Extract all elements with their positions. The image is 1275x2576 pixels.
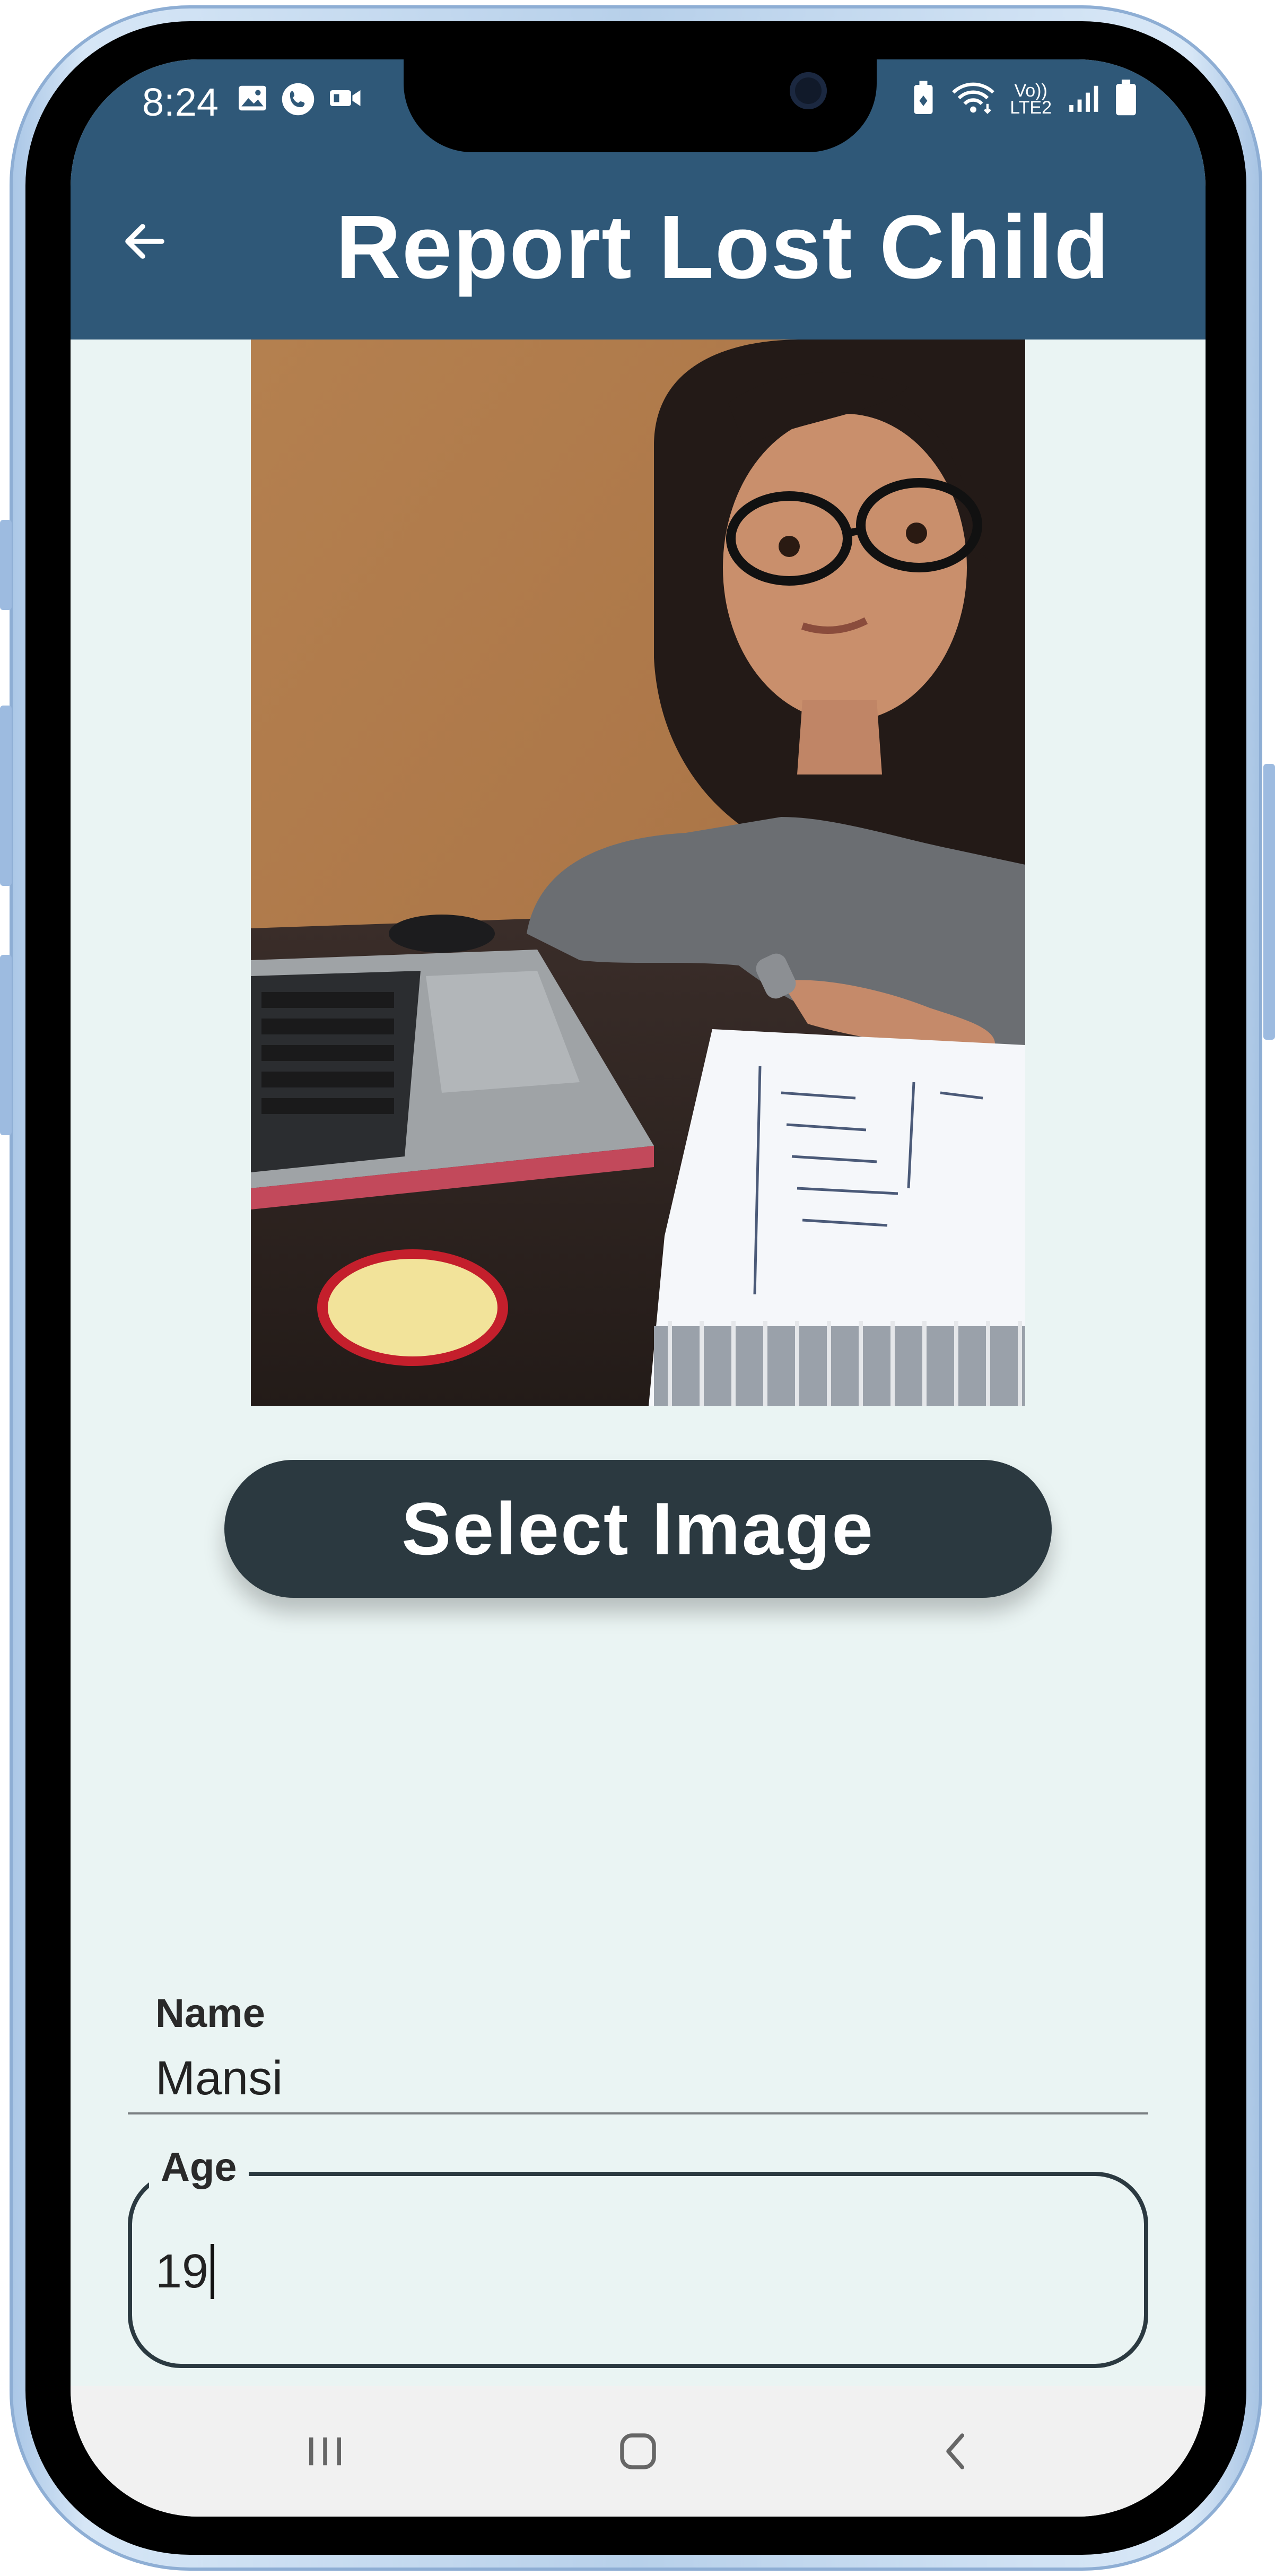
status-time: 8:24: [142, 80, 219, 124]
volume-up-button: [0, 706, 12, 886]
age-label: Age: [149, 2144, 249, 2190]
age-input[interactable]: 19: [155, 2240, 1057, 2303]
gallery-icon: [236, 82, 269, 119]
volume-down-button: [0, 955, 12, 1135]
name-field[interactable]: Mansi: [155, 2051, 283, 2106]
battery-icon: [1114, 80, 1138, 119]
age-value: 19: [155, 2244, 209, 2298]
name-field-underline: [128, 2112, 1148, 2114]
navigation-bar: [71, 2386, 1206, 2517]
page-title: Report Lost Child: [336, 197, 1110, 298]
battery-saver-icon: [910, 81, 937, 118]
select-image-button[interactable]: Select Image: [224, 1460, 1052, 1598]
action-button: [0, 520, 12, 610]
front-camera: [790, 72, 827, 109]
phone-call-icon: [281, 82, 316, 119]
recents-button[interactable]: [288, 2415, 362, 2490]
volte-icon: Vo)) LTE2: [1010, 82, 1052, 117]
back-icon: [932, 2427, 980, 2477]
power-button: [1263, 764, 1275, 1040]
back-button[interactable]: [108, 205, 182, 280]
photo-preview: [251, 340, 1025, 1406]
notch: [404, 59, 877, 152]
name-label: Name: [155, 1991, 265, 2036]
volte-label-top: Vo)): [1014, 80, 1047, 101]
home-icon: [614, 2427, 662, 2477]
text-cursor: [211, 2244, 215, 2299]
wifi-icon: [950, 81, 996, 118]
phone-screen: 8:24 Vo)) LTE2 Report Lost Child Select …: [71, 59, 1206, 2517]
recents-icon: [301, 2427, 349, 2477]
signal-icon: [1066, 82, 1101, 117]
nav-back-button[interactable]: [919, 2415, 993, 2490]
volte-label-bottom: LTE2: [1010, 98, 1052, 118]
home-button[interactable]: [601, 2415, 675, 2490]
video-icon: [327, 82, 364, 119]
arrow-left-icon: [119, 216, 170, 269]
app-bar: Report Lost Child: [71, 144, 1206, 340]
